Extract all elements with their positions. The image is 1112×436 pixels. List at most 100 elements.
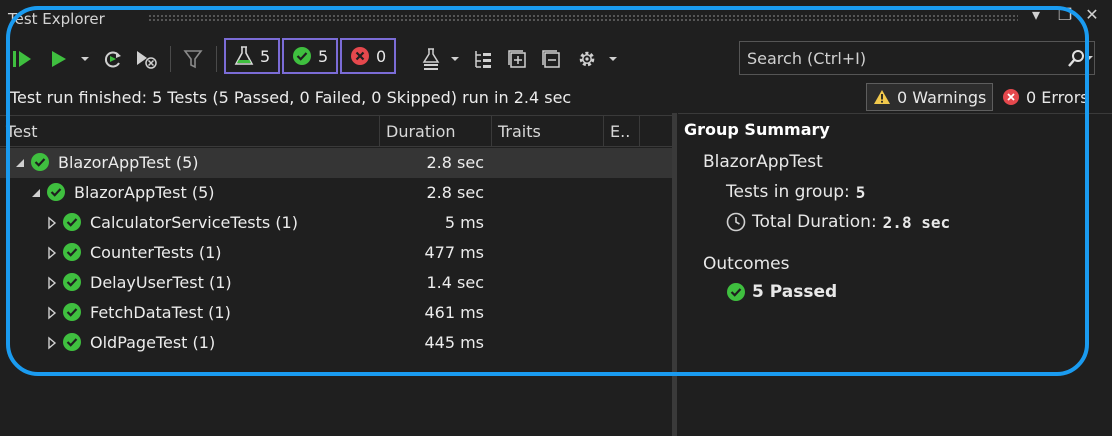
flask-icon (234, 46, 254, 65)
passed-tests-counter[interactable]: 5 (282, 38, 339, 74)
settings-button[interactable] (574, 46, 600, 72)
passed-icon (293, 47, 311, 65)
column-header-traits[interactable]: Traits (492, 116, 604, 147)
repeat-run-button[interactable] (100, 46, 126, 72)
test-duration: 2.8 sec (426, 183, 484, 202)
failed-tests-counter[interactable]: 0 (340, 38, 397, 74)
test-row[interactable]: OldPageTest (1) 445 ms (0, 328, 672, 358)
test-row[interactable]: CounterTests (1) 477 ms (0, 238, 672, 268)
passed-outcome-line: 5 Passed (726, 282, 837, 302)
playlist-dropdown-button[interactable] (448, 46, 462, 72)
collapse-all-icon (542, 50, 560, 68)
failed-tests-count: 0 (376, 46, 387, 66)
hierarchy-icon (475, 51, 491, 68)
title-bar: Test Explorer ▾ ❐ ✕ (0, 0, 1112, 34)
test-row[interactable]: FetchDataTest (1) 461 ms (0, 298, 672, 328)
chevron-down-icon (451, 57, 459, 61)
settings-dropdown-button[interactable] (606, 46, 620, 72)
passed-icon (727, 283, 745, 301)
test-duration: 477 ms (424, 243, 484, 262)
column-header-test[interactable]: Test (0, 116, 380, 147)
summary-heading: Group Summary (684, 120, 830, 139)
filter-button[interactable] (180, 46, 206, 72)
test-duration: 445 ms (424, 333, 484, 352)
run-dropdown-button[interactable] (78, 46, 92, 72)
play-icon (52, 51, 66, 67)
total-duration-line: Total Duration: 2.8 sec (726, 212, 950, 232)
test-row[interactable]: BlazorAppTest (5) 2.8 sec (0, 178, 672, 208)
collapse-all-button[interactable] (538, 46, 564, 72)
test-name: CalculatorServiceTests (1) (90, 213, 298, 232)
toolbar-separator (216, 46, 217, 72)
passed-icon (31, 153, 49, 171)
run-status-message: Test run finished: 5 Tests (5 Passed, 0 … (10, 88, 572, 107)
tests-in-group-line: Tests in group: 5 (726, 182, 865, 202)
cancel-run-button[interactable] (134, 46, 160, 72)
dropdown-icon[interactable]: ▾ (1026, 5, 1046, 27)
collapsed-arrow-icon[interactable] (46, 306, 58, 320)
collapsed-arrow-icon[interactable] (46, 276, 58, 290)
expanded-arrow-icon[interactable] (14, 156, 26, 170)
gear-icon (579, 51, 595, 67)
total-duration-label: Total Duration: (752, 212, 877, 232)
passed-tests-count: 5 (318, 46, 329, 66)
test-row[interactable]: BlazorAppTest (5) 2.8 sec (0, 148, 672, 178)
test-row[interactable]: CalculatorServiceTests (1) 5 ms (0, 208, 672, 238)
test-duration: 5 ms (444, 213, 484, 232)
errors-label: 0 Errors (1026, 87, 1089, 107)
test-name: CounterTests (1) (90, 243, 222, 262)
chevron-down-icon (81, 57, 89, 61)
restore-icon[interactable]: ❐ (1055, 5, 1075, 27)
test-row[interactable]: DelayUserTest (1) 1.4 sec (0, 268, 672, 298)
passed-outcome-label: 5 Passed (752, 282, 838, 302)
test-tree: BlazorAppTest (5) 2.8 sec BlazorAppTest (5… (0, 148, 672, 358)
collapsed-arrow-icon[interactable] (46, 216, 58, 230)
clock-icon (726, 212, 746, 232)
warning-icon (874, 90, 890, 104)
tests-in-group-label: Tests in group: (726, 182, 850, 202)
warnings-button[interactable]: 0 Warnings (866, 83, 994, 111)
search-input[interactable] (740, 48, 1040, 68)
passed-icon (63, 303, 81, 321)
column-header-row: Test Duration Traits E.. (0, 115, 672, 147)
expanded-arrow-icon[interactable] (30, 186, 42, 200)
run-all-button[interactable] (10, 46, 36, 72)
window-title: Test Explorer (8, 10, 105, 28)
drag-grip[interactable] (148, 14, 1018, 22)
test-name: OldPageTest (1) (90, 333, 216, 352)
cancel-run-icon (137, 51, 157, 69)
total-tests-counter[interactable]: 5 (224, 38, 281, 74)
passed-icon (63, 243, 81, 261)
run-button[interactable] (48, 46, 70, 72)
pane-splitter[interactable] (672, 113, 677, 436)
playlist-icon (422, 48, 440, 70)
search-box[interactable] (739, 41, 1095, 75)
collapsed-arrow-icon[interactable] (46, 336, 58, 350)
close-icon[interactable]: ✕ (1082, 5, 1102, 27)
chevron-down-icon[interactable] (1084, 54, 1094, 62)
chevron-down-icon (609, 57, 617, 61)
playlist-button[interactable] (418, 46, 444, 72)
errors-button[interactable]: 0 Errors (998, 83, 1093, 111)
test-duration: 2.8 sec (426, 153, 484, 172)
passed-icon (63, 273, 81, 291)
search-icon[interactable] (1066, 49, 1086, 69)
test-name: BlazorAppTest (5) (74, 183, 215, 202)
column-header-duration[interactable]: Duration (380, 116, 492, 147)
error-icon (1003, 89, 1019, 105)
column-header-error[interactable]: E.. (604, 116, 640, 147)
collapsed-arrow-icon[interactable] (46, 246, 58, 260)
passed-icon (63, 333, 81, 351)
failed-icon (351, 47, 369, 65)
group-by-button[interactable] (470, 46, 496, 72)
summary-group-name: BlazorAppTest (703, 152, 823, 172)
test-duration: 1.4 sec (426, 273, 484, 292)
test-name: DelayUserTest (1) (90, 273, 232, 292)
test-duration: 461 ms (424, 303, 484, 322)
expand-all-button[interactable] (504, 46, 530, 72)
test-name: FetchDataTest (1) (90, 303, 231, 322)
toolbar: 5 5 0 (0, 38, 1112, 80)
repeat-icon (105, 51, 121, 68)
outcomes-heading: Outcomes (703, 254, 790, 274)
test-name: BlazorAppTest (5) (58, 153, 199, 172)
